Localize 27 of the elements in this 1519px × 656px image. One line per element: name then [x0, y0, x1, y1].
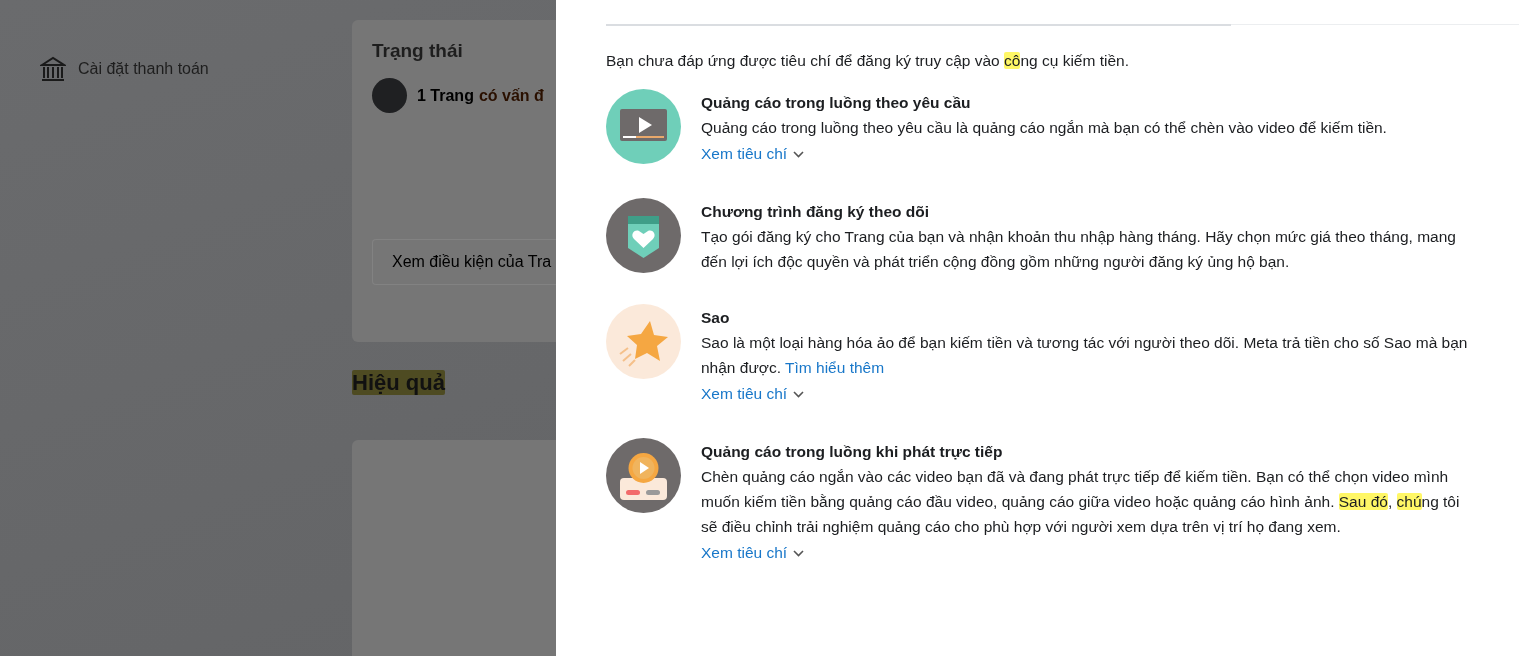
intro-text: Bạn chưa đáp ứng được tiêu chí để đăng ký truy cập vào công cụ kiếm tiền. [606, 51, 1130, 71]
learn-more-link[interactable]: Tìm hiểu thêm [785, 359, 885, 376]
heart-badge-icon [606, 198, 681, 273]
tool-description: Sao là một loại hàng hóa ảo để bạn kiếm tiền và tương tác với người theo dõi. Meta trả tiền cho số Sao mà bạn nhận được. Tìm hiểu thêm [701, 333, 1469, 378]
chevron-down-icon [793, 150, 805, 158]
criteria-link[interactable]: Xem tiêu chí [701, 380, 805, 408]
card-title: Trạng thái [372, 40, 464, 62]
criteria-link[interactable]: Xem tiêu chí [701, 140, 805, 168]
tool-description: Quảng cáo trong luồng theo yêu cầu là quảng cáo ngắn mà bạn có thể chèn vào video để kiếm tiền. [701, 118, 1388, 138]
chevron-down-icon [793, 390, 805, 398]
tool-description: Tạo gói đăng ký cho Trang của bạn và nhận khoản thu nhập hàng tháng. Hãy chọn mức giá theo tháng, mang đến lợi ích độc quyền và phát triển cộng đồng gồm những người đăng ký ủng hộ bạn. [701, 227, 1457, 272]
tool-description: Chèn quảng cáo ngắn vào các video bạn đã và đang phát trực tiếp để kiếm tiền. Bạn có thể chọn video mình muốn kiếm tiền bằng quảng cáo đầu video, quảng cáo giữa video hoặc quảng cáo hình ảnh. Sau đó, chúng tôi sẽ điều chỉnh trải nghiệm quảng cáo cho phù hợp với người xem dựa trên vị trí họ đang xem. [701, 467, 1461, 537]
tool-title: Quảng cáo trong luồng theo yêu cầu [701, 93, 972, 113]
criteria-link[interactable]: Xem tiêu chí [701, 539, 805, 567]
avatar [372, 78, 407, 113]
sidebar-item[interactable]: Cài đặt thanh toán [40, 56, 352, 82]
coin-play-icon [606, 438, 681, 513]
tool-title: Quảng cáo trong luồng khi phát trực tiếp [701, 442, 1004, 462]
issue-text: có vấn đ [478, 86, 544, 105]
section-heading: Hiệu quả [352, 369, 446, 397]
tool-title: Chương trình đăng ký theo dõi [701, 202, 931, 222]
page-count: 1 Trang [417, 86, 474, 105]
chevron-down-icon [793, 549, 805, 557]
bank-icon [40, 56, 66, 82]
video-play-icon [606, 89, 681, 164]
tool-title: Sao [701, 308, 731, 328]
conditions-button[interactable]: Xem điều kiện của Tra [372, 239, 556, 285]
